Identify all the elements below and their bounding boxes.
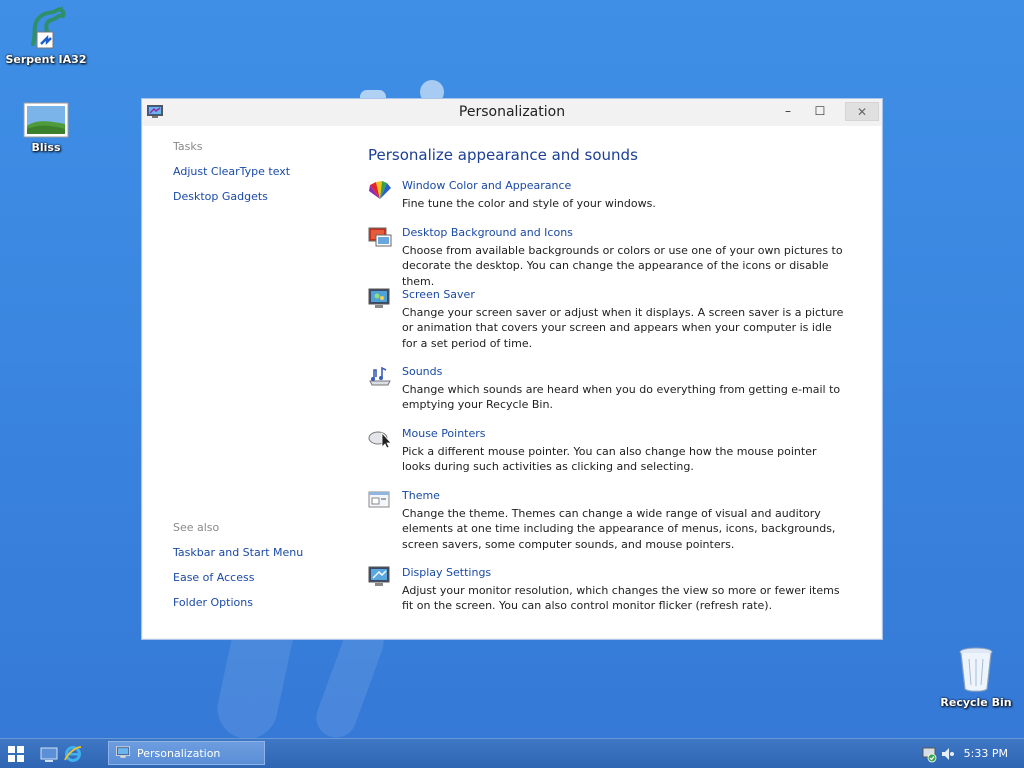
see-also-link-ease-of-access[interactable]: Ease of Access <box>173 571 254 584</box>
maximize-button[interactable]: ☐ <box>806 102 834 121</box>
desktop-icon-recycle-bin[interactable]: Recycle Bin <box>934 645 1018 709</box>
sounds-icon <box>368 365 392 387</box>
see-also-heading: See also <box>173 521 220 534</box>
desktop-icon-serpent[interactable]: Serpent IA32 <box>4 4 88 66</box>
window-title: Personalization <box>458 104 566 120</box>
see-also-link-folder-options[interactable]: Folder Options <box>173 596 253 609</box>
page-title: Personalize appearance and sounds <box>368 146 638 164</box>
window-client-area: Tasks Adjust ClearType text Desktop Gadg… <box>143 126 881 638</box>
windows-logo-icon <box>8 746 24 765</box>
internet-explorer-button[interactable] <box>64 743 84 765</box>
taskbar-window-button-personalization[interactable]: Personalization <box>108 741 265 765</box>
desktop-icon-bliss[interactable]: Bliss <box>4 102 88 154</box>
option-link[interactable]: Sounds <box>402 365 442 378</box>
personalization-window: Personalization – ☐ ✕ Tasks Adjust Clear… <box>141 98 883 640</box>
monitor-app-icon <box>116 746 130 762</box>
option-description: Choose from available backgrounds or col… <box>402 244 843 288</box>
option-link[interactable]: Desktop Background and Icons <box>402 226 573 239</box>
desktop-icon <box>40 747 58 766</box>
task-link-desktop-gadgets[interactable]: Desktop Gadgets <box>173 190 268 203</box>
main-content: Personalize appearance and sounds Window… <box>368 126 861 638</box>
task-link-cleartype[interactable]: Adjust ClearType text <box>173 165 290 178</box>
option-link[interactable]: Theme <box>402 489 440 502</box>
mouse-pointer-icon <box>368 427 392 449</box>
option-link[interactable]: Mouse Pointers <box>402 427 486 440</box>
option-description: Change which sounds are heard when you d… <box>402 383 841 412</box>
color-palette-icon <box>368 179 392 201</box>
desktop-icon-label: Recycle Bin <box>940 696 1012 709</box>
taskbar: Personalization 5:33 PM <box>0 738 1024 768</box>
title-bar[interactable]: Personalization – ☐ ✕ <box>142 99 882 126</box>
option-link[interactable]: Window Color and Appearance <box>402 179 571 192</box>
show-desktop-button[interactable] <box>40 743 60 765</box>
tasks-heading: Tasks <box>173 140 203 153</box>
image-file-icon <box>23 102 69 138</box>
option-description: Pick a different mouse pointer. You can … <box>402 445 817 474</box>
tasks-pane: Tasks Adjust ClearType text Desktop Gadg… <box>173 126 353 638</box>
display-settings-icon <box>368 566 392 588</box>
option-description: Change the theme. Themes can change a wi… <box>402 507 836 551</box>
network-tray-icon[interactable] <box>921 743 939 765</box>
option-description: Change your screen saver or adjust when … <box>402 306 844 350</box>
option-link[interactable]: Display Settings <box>402 566 491 579</box>
volume-tray-icon[interactable] <box>941 743 955 765</box>
close-button[interactable]: ✕ <box>845 102 879 121</box>
theme-icon <box>368 489 392 511</box>
internet-explorer-icon <box>64 746 82 766</box>
minimize-button[interactable]: – <box>774 102 802 121</box>
screen-saver-icon <box>368 288 392 310</box>
desktop-icon-label: Bliss <box>31 141 61 154</box>
taskbar-window-label: Personalization <box>137 747 221 760</box>
option-link[interactable]: Screen Saver <box>402 288 475 301</box>
see-also-link-taskbar[interactable]: Taskbar and Start Menu <box>173 546 303 559</box>
desktop-background-icon <box>368 226 392 248</box>
serpent-dragon-icon <box>23 4 69 50</box>
desktop-icon-label: Serpent IA32 <box>5 53 87 66</box>
option-description: Adjust your monitor resolution, which ch… <box>402 584 840 613</box>
start-button[interactable] <box>8 743 26 765</box>
taskbar-clock[interactable]: 5:33 PM <box>964 747 1008 760</box>
option-description: Fine tune the color and style of your wi… <box>402 197 656 210</box>
recycle-bin-icon <box>956 645 996 693</box>
